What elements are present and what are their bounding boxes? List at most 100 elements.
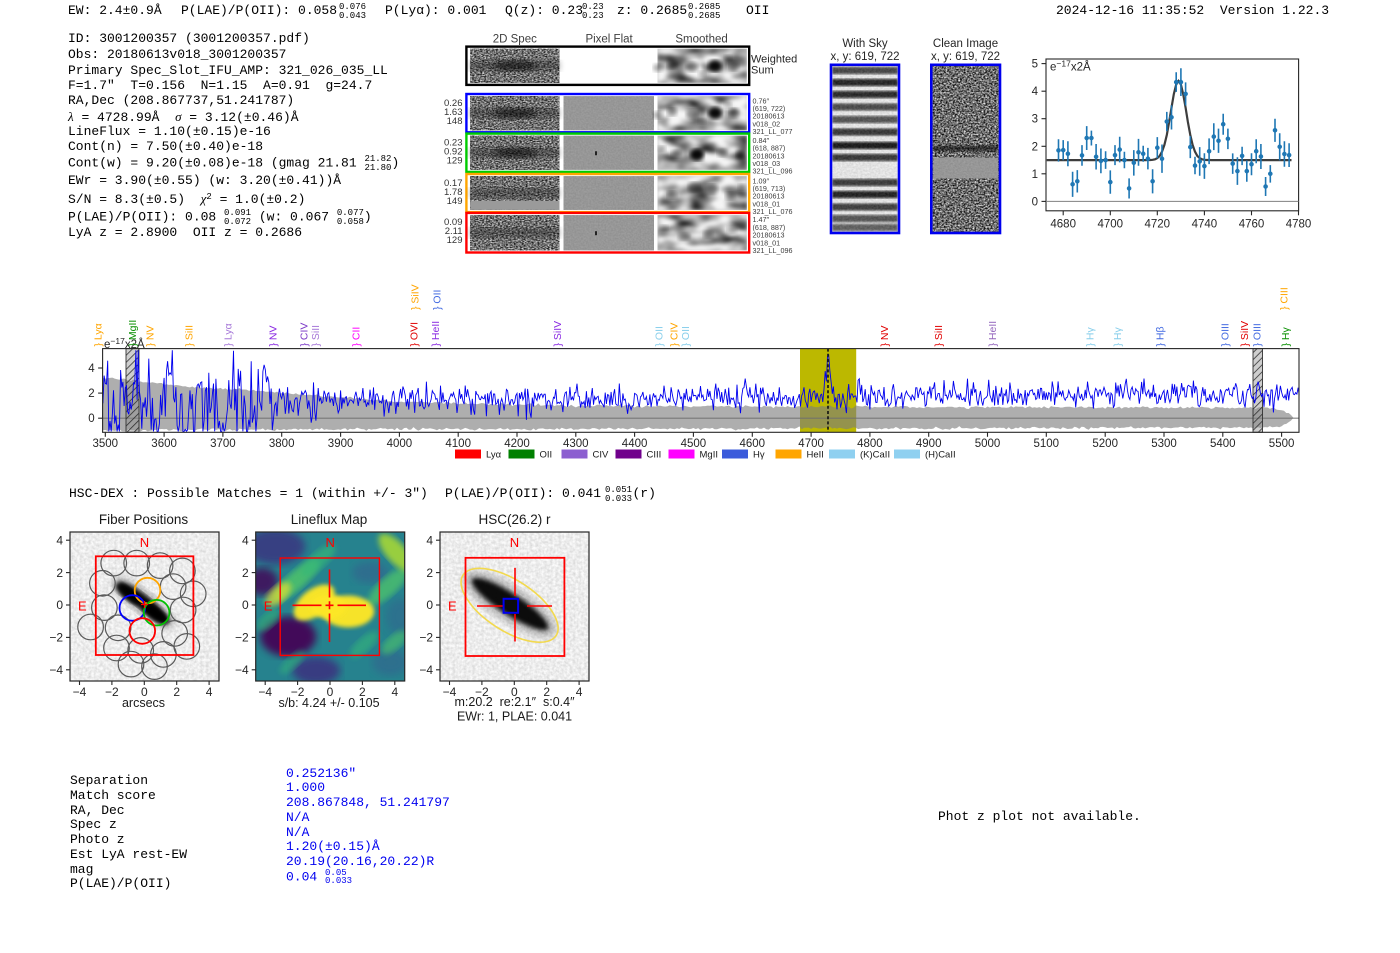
svg-text:2: 2 [426,566,433,580]
svg-text:2: 2 [242,566,249,580]
svg-text:0: 0 [242,598,249,612]
svg-text:4400: 4400 [622,438,648,450]
svg-text:321_LL_096: 321_LL_096 [753,246,793,255]
svg-text:4720: 4720 [1145,218,1171,230]
svg-text:} OII: } OII [654,326,666,346]
svg-text:} SiII: } SiII [933,325,945,347]
svg-text:4700: 4700 [1098,218,1124,230]
svg-text:(K)CaII: (K)CaII [860,450,890,461]
svg-text:N: N [326,535,335,550]
svg-text:} SiIV: } SiIV [410,284,422,310]
svg-text:} SiII: } SiII [310,325,322,347]
svg-text:4800: 4800 [857,438,883,450]
svg-text:} OIII: } OIII [1252,323,1264,346]
svg-text:2: 2 [88,388,94,400]
svg-text:} Hγ: } Hγ [1280,326,1292,346]
svg-text:2: 2 [173,685,180,699]
svg-text:} CII: } CII [351,327,363,347]
svg-text:} CIV: } CIV [299,323,311,347]
svg-text:4: 4 [1032,86,1039,98]
svg-text:4000: 4000 [387,438,413,450]
svg-text:4: 4 [426,533,433,547]
svg-text:} OII: } OII [680,326,692,346]
svg-text:4300: 4300 [563,438,589,450]
svg-text:3500: 3500 [93,438,119,450]
svg-text:} SiIV: } SiIV [1239,321,1251,347]
svg-text:−2: −2 [235,631,249,645]
svg-text:5: 5 [1032,59,1038,71]
svg-text:} OVI: } OVI [409,322,421,347]
svg-text:149: 149 [447,196,463,207]
svg-text:5000: 5000 [975,438,1001,450]
svg-text:E: E [448,599,457,614]
svg-text:1: 1 [1032,169,1038,181]
svg-text:} NV: } NV [145,325,157,346]
svg-text:x, y: 619, 722: x, y: 619, 722 [830,51,899,63]
svg-text:3600: 3600 [151,438,177,450]
svg-text:} Hγ: } Hγ [1112,326,1124,346]
svg-text:4740: 4740 [1192,218,1218,230]
svg-text:s/b: 4.24 +/- 0.105: s/b: 4.24 +/- 0.105 [278,696,379,710]
svg-text:} NV: } NV [268,325,280,346]
svg-text:} HeII: } HeII [987,321,999,347]
svg-text:} NV: } NV [879,325,891,346]
svg-text:2: 2 [1032,141,1038,153]
svg-text:E: E [264,599,273,614]
svg-text:Clean Image: Clean Image [933,38,998,50]
svg-text:m:20.2 re:2.1″ s:0.4″: m:20.2 re:2.1″ s:0.4″ [454,695,575,709]
svg-text:} Hγ: } Hγ [1085,326,1097,346]
svg-text:5300: 5300 [1151,438,1177,450]
svg-text:4760: 4760 [1239,218,1265,230]
svg-text:} CIII: } CIII [1279,287,1291,310]
svg-text:−2: −2 [105,685,119,699]
svg-text:4: 4 [242,533,249,547]
svg-text:x, y: 619, 722: x, y: 619, 722 [931,51,1000,63]
svg-text:HSC(26.2) r: HSC(26.2) r [478,512,551,527]
svg-text:−2: −2 [419,631,433,645]
svg-text:5500: 5500 [1269,438,1295,450]
svg-text:} MgII: } MgII [127,320,139,347]
svg-text:0: 0 [1032,196,1038,208]
svg-text:4780: 4780 [1286,218,1312,230]
svg-text:4900: 4900 [916,438,942,450]
svg-text:4680: 4680 [1050,218,1076,230]
svg-text:arcsecs: arcsecs [122,696,165,710]
svg-text:} SiII: } SiII [184,325,196,347]
svg-text:4: 4 [576,685,583,699]
svg-text:5100: 5100 [1034,438,1060,450]
svg-text:−4: −4 [73,685,87,699]
svg-text:321_LL_077: 321_LL_077 [753,127,793,136]
svg-text:4600: 4600 [740,438,766,450]
svg-text:CIV: CIV [593,450,610,461]
svg-text:} OIII: } OIII [1220,323,1232,346]
svg-text:4: 4 [391,685,398,699]
svg-text:3: 3 [1032,114,1038,126]
svg-text:−2: −2 [49,631,63,645]
svg-text:MgII: MgII [700,450,718,461]
svg-text:With Sky: With Sky [842,38,888,50]
svg-text:3800: 3800 [269,438,295,450]
svg-text:−4: −4 [235,663,249,677]
svg-text:EWr: 1, PLAE: 0.041: EWr: 1, PLAE: 0.041 [457,710,572,724]
svg-text:4700: 4700 [798,438,824,450]
svg-text:4: 4 [88,363,95,375]
svg-text:−4: −4 [419,663,433,677]
svg-text:Fiber Positions: Fiber Positions [99,512,189,527]
svg-text:4200: 4200 [504,438,530,450]
svg-text:321_LL_096: 321_LL_096 [753,167,793,176]
svg-text:OII: OII [540,450,553,461]
svg-text:129: 129 [447,235,463,246]
svg-text:−4: −4 [49,663,63,677]
svg-text:2: 2 [56,566,63,580]
svg-text:3700: 3700 [210,438,236,450]
svg-text:5200: 5200 [1092,438,1118,450]
svg-text:0: 0 [426,598,433,612]
svg-text:N: N [140,535,149,550]
svg-text:e−17x2Å: e−17x2Å [1050,59,1091,74]
svg-text:} Lyα: } Lyα [223,323,235,346]
svg-text:129: 129 [447,156,463,167]
svg-text:HeII: HeII [807,450,824,461]
svg-text:4500: 4500 [681,438,707,450]
svg-text:4: 4 [56,533,63,547]
svg-text:Lineflux Map: Lineflux Map [291,512,368,527]
